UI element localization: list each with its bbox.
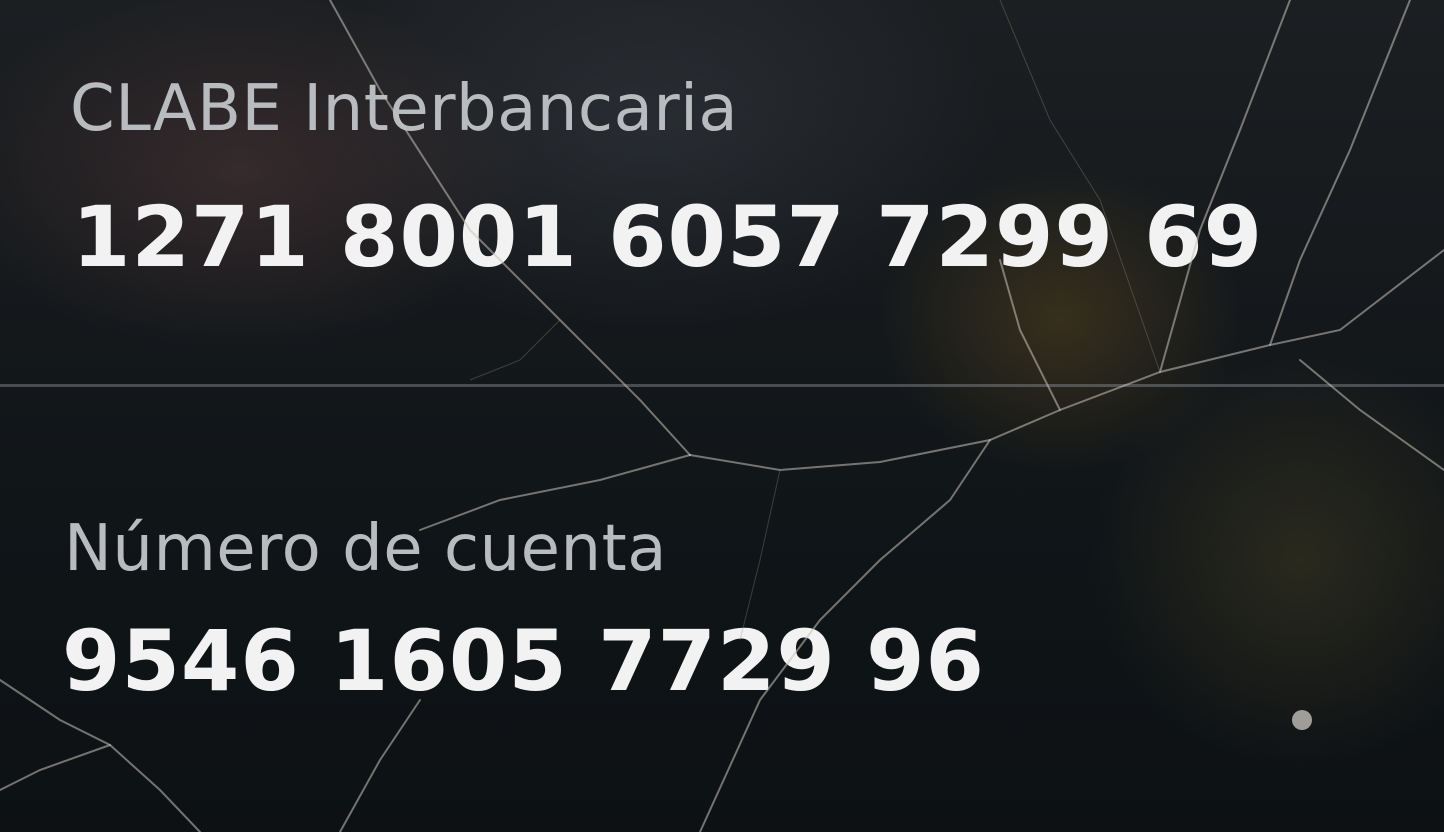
account-number[interactable]: 9546 1605 7729 96 [62, 612, 985, 710]
account-number-label: Número de cuenta [64, 512, 667, 586]
clabe-number[interactable]: 1271 8001 6057 7299 69 [72, 188, 1263, 286]
clabe-label: CLABE Interbancaria [70, 72, 739, 146]
bank-details-screen: CLABE Interbancaria 1271 8001 6057 7299 … [0, 0, 1444, 832]
section-divider [0, 384, 1444, 387]
